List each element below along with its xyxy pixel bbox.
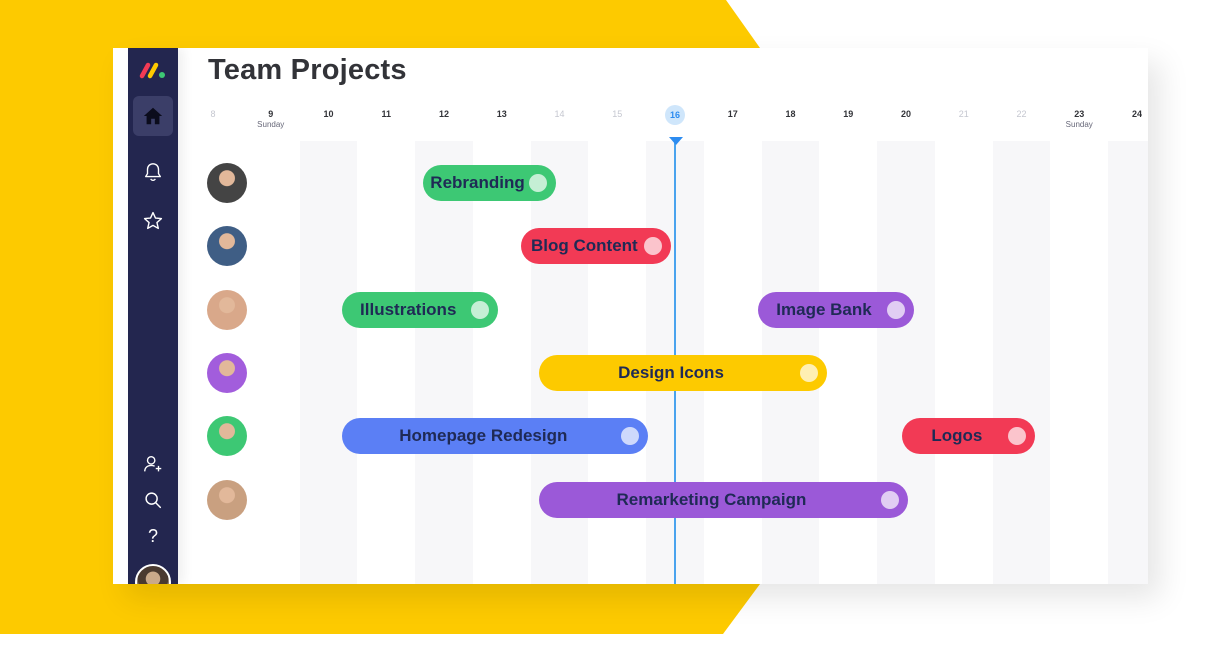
- day-number: 16: [665, 105, 685, 125]
- sidebar-item-invite[interactable]: [133, 444, 173, 484]
- day-number: 21: [958, 109, 969, 119]
- day-header-17[interactable]: 17: [713, 109, 753, 119]
- task-bar[interactable]: Illustrations: [342, 291, 499, 328]
- help-icon: ?: [147, 525, 158, 546]
- avatar-person-6[interactable]: [207, 479, 247, 520]
- task-label: Design Icons: [618, 362, 724, 382]
- day-column-stripe: [1108, 141, 1148, 584]
- sidebar: ?: [128, 48, 178, 584]
- day-header-13[interactable]: 13: [482, 109, 522, 119]
- home-icon: [143, 107, 163, 125]
- day-number: 10: [323, 109, 334, 119]
- sidebar-item-help[interactable]: ?: [133, 516, 173, 556]
- stage: ? Team Projects 8 9 Sunday 10 11 12 13 14 15 16 17…: [0, 0, 1207, 652]
- day-weekday-label: Sunday: [1065, 120, 1093, 129]
- task-status-dot-icon[interactable]: [1008, 427, 1027, 446]
- add-user-icon: [144, 455, 162, 472]
- day-number: 11: [381, 109, 391, 119]
- day-number: 12: [438, 109, 449, 119]
- day-number: 9: [268, 109, 274, 119]
- task-bar[interactable]: Design Icons: [538, 354, 828, 391]
- task-label: Blog Content: [531, 236, 638, 256]
- day-number: 13: [496, 109, 507, 119]
- sidebar-item-favorites[interactable]: [133, 201, 173, 241]
- user-avatar[interactable]: [135, 564, 171, 584]
- avatar-person-4[interactable]: [207, 352, 247, 393]
- day-number: 15: [612, 109, 623, 119]
- monday-logo-icon: [139, 62, 165, 79]
- day-number: 14: [554, 109, 565, 119]
- day-column-stripe: [415, 141, 473, 584]
- day-number: 19: [843, 109, 854, 119]
- sidebar-item-notifications[interactable]: [133, 152, 173, 192]
- day-header-12[interactable]: 12: [424, 109, 464, 119]
- task-label: Image Bank: [776, 299, 872, 319]
- task-status-dot-icon[interactable]: [471, 300, 490, 319]
- day-number: 24: [1131, 109, 1142, 119]
- sidebar-item-search[interactable]: [133, 480, 173, 520]
- day-number: 22: [1016, 109, 1027, 119]
- task-label: Homepage Redesign: [399, 426, 568, 446]
- task-status-dot-icon[interactable]: [528, 174, 547, 192]
- day-header-18[interactable]: 18: [771, 109, 811, 119]
- day-column-stripe: [299, 141, 358, 584]
- timeline: 8 9 Sunday 10 11 12 13 14 15 16 17 18 19 20 21 22 23 Sund…: [191, 103, 1148, 584]
- avatar-person-1[interactable]: [207, 163, 247, 203]
- day-header-15[interactable]: 15: [597, 109, 637, 119]
- avatar-person-2[interactable]: [207, 226, 247, 267]
- today-marker-icon: [669, 137, 683, 145]
- day-header-16[interactable]: 16: [655, 105, 695, 125]
- task-label: Logos: [931, 426, 983, 446]
- day-header-19[interactable]: 19: [828, 109, 868, 119]
- day-header-23[interactable]: 23 Sunday: [1059, 109, 1099, 129]
- task-label: Rebranding: [430, 173, 525, 192]
- sidebar-item-home[interactable]: [133, 96, 173, 136]
- day-header-9[interactable]: 9 Sunday: [251, 109, 291, 129]
- task-label: Illustrations: [360, 299, 457, 319]
- app-window: ? Team Projects 8 9 Sunday 10 11 12 13 14 15 16 17…: [113, 48, 1148, 584]
- day-column-stripe: [877, 141, 935, 584]
- avatar-person-3[interactable]: [207, 289, 247, 330]
- day-number: 18: [785, 109, 796, 119]
- day-column-stripe: [992, 141, 1051, 584]
- search-icon: [145, 492, 162, 509]
- task-bar[interactable]: Blog Content: [521, 228, 672, 265]
- bell-icon: [144, 163, 162, 182]
- avatar-person-5[interactable]: [207, 416, 247, 457]
- day-number: 17: [727, 109, 738, 119]
- task-bar[interactable]: Rebranding: [423, 165, 556, 201]
- task-bar[interactable]: Image Bank: [758, 291, 914, 328]
- task-bar[interactable]: Homepage Redesign: [342, 418, 649, 455]
- day-header-14[interactable]: 14: [540, 109, 580, 119]
- day-header-11[interactable]: 11: [366, 109, 406, 119]
- day-header-20[interactable]: 20: [886, 109, 926, 119]
- task-bar[interactable]: Logos: [902, 418, 1036, 455]
- task-status-dot-icon[interactable]: [886, 300, 905, 319]
- day-header-8[interactable]: 8: [193, 109, 233, 119]
- task-status-dot-icon[interactable]: [800, 363, 819, 382]
- day-number: 20: [900, 109, 911, 119]
- day-header-24[interactable]: 24: [1117, 109, 1148, 119]
- day-header-22[interactable]: 22: [1002, 109, 1042, 119]
- day-header-10[interactable]: 10: [309, 109, 349, 119]
- day-number: 8: [210, 109, 216, 119]
- task-bar[interactable]: Remarketing Campaign: [538, 481, 909, 518]
- task-label: Remarketing Campaign: [616, 489, 807, 509]
- day-number: 23: [1074, 109, 1085, 119]
- task-status-dot-icon[interactable]: [881, 490, 900, 509]
- page-title: Team Projects: [208, 54, 407, 86]
- day-weekday-label: Sunday: [257, 120, 285, 129]
- star-icon: [143, 211, 163, 230]
- task-status-dot-icon[interactable]: [621, 427, 640, 446]
- day-header-21[interactable]: 21: [944, 109, 984, 119]
- task-status-dot-icon[interactable]: [644, 237, 663, 256]
